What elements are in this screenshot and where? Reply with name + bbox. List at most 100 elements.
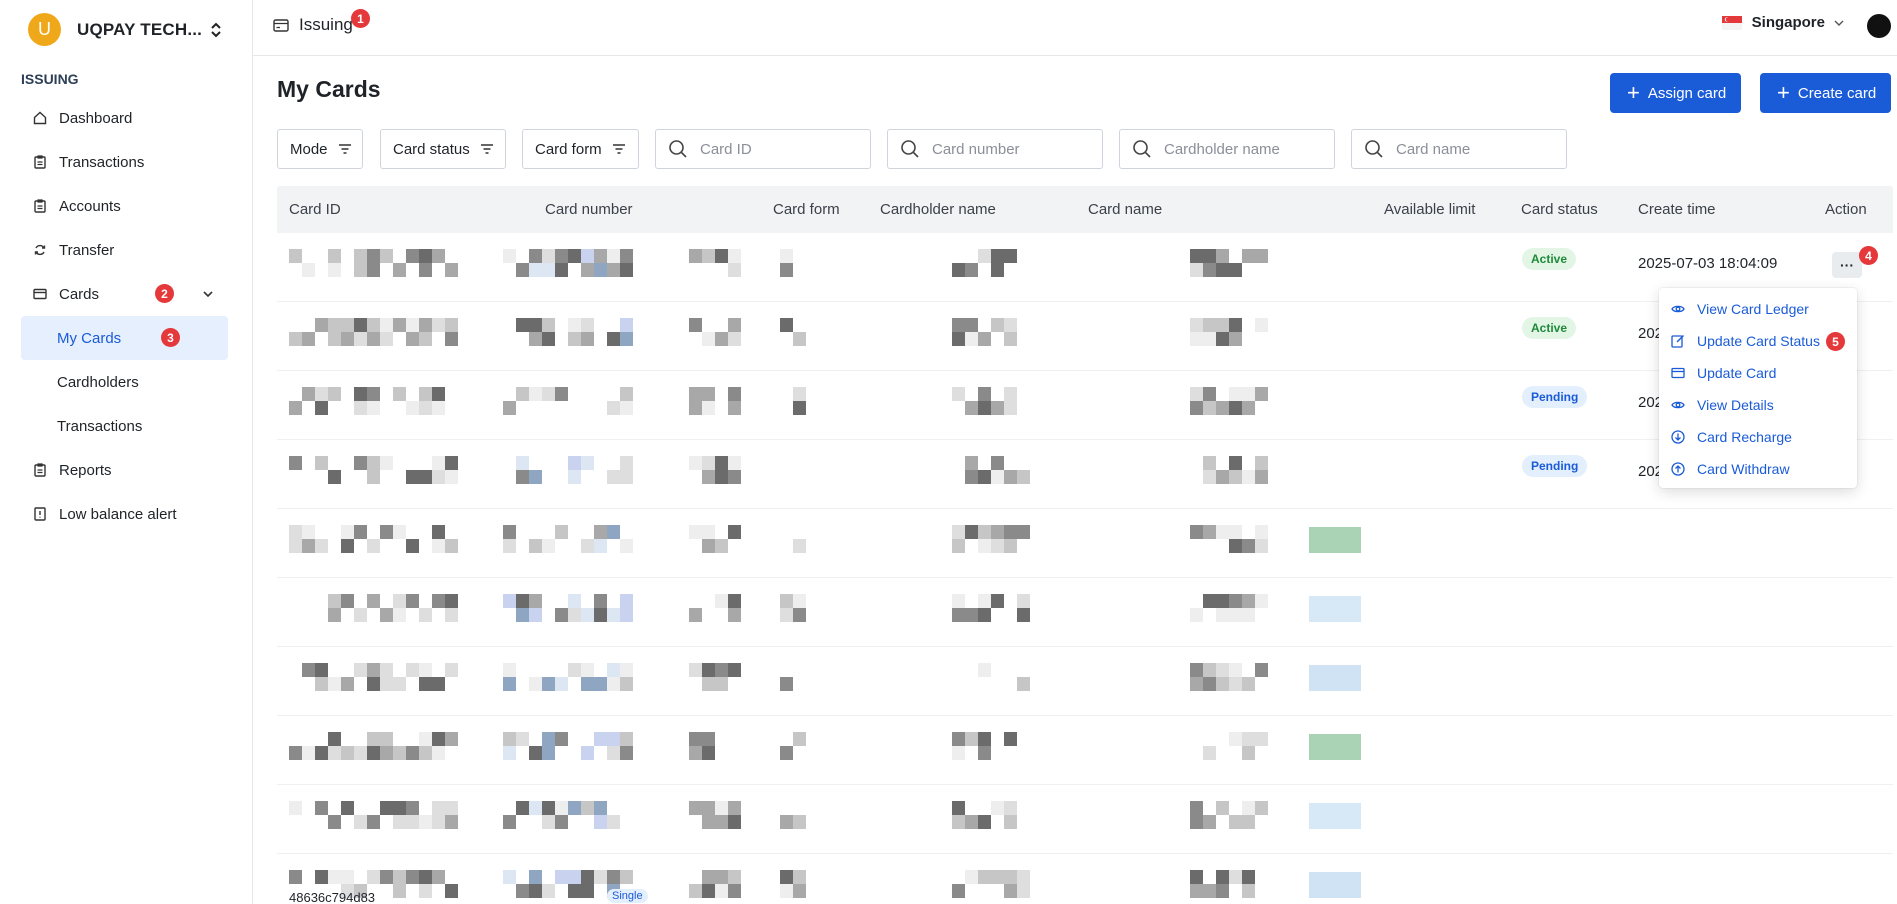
redacted-cell-block xyxy=(1203,249,1216,263)
sidebar-item-dashboard[interactable]: Dashboard xyxy=(21,96,228,140)
redacted-cell-block xyxy=(793,884,806,898)
menu-item-view-card-ledger[interactable]: View Card Ledger xyxy=(1659,293,1857,325)
redacted-cell-block xyxy=(555,732,568,746)
menu-item-update-card-status[interactable]: Update Card Status 5 xyxy=(1659,325,1857,357)
sidebar-item-transfer[interactable]: Transfer xyxy=(21,228,228,272)
sidebar-item-low-balance-alert[interactable]: Low balance alert xyxy=(21,492,228,536)
redacted-cell-block xyxy=(529,870,542,884)
singapore-flag-icon xyxy=(1721,15,1742,30)
redacted-cell-block xyxy=(978,539,991,553)
assign-card-button[interactable]: + Assign card xyxy=(1610,73,1742,113)
redacted-cell-block xyxy=(728,663,741,677)
sidebar-item-accounts[interactable]: Accounts xyxy=(21,184,228,228)
redacted-cell-block xyxy=(1229,677,1242,691)
redacted-cell-block xyxy=(1004,318,1017,332)
redacted-cell-block xyxy=(991,263,1004,277)
redacted-cell-block xyxy=(516,732,529,746)
redacted-cell-block xyxy=(620,594,633,608)
menu-item-card-withdraw[interactable]: Card Withdraw xyxy=(1659,453,1857,485)
redacted-cell-block xyxy=(594,263,607,277)
chevron-down-icon[interactable] xyxy=(202,287,214,304)
sidebar-item-cards[interactable]: Cards 2 xyxy=(21,272,228,316)
redacted-cell-block xyxy=(529,332,542,346)
card-id-search[interactable] xyxy=(655,129,871,169)
table-row[interactable] xyxy=(277,716,1893,785)
create-card-label: Create card xyxy=(1797,84,1877,102)
region-selector[interactable]: Singapore xyxy=(1721,14,1845,31)
redacted-cell-block xyxy=(328,677,341,691)
redacted-cell-block xyxy=(302,332,315,346)
card-number-input[interactable] xyxy=(932,140,1092,158)
chevron-up-down-icon[interactable] xyxy=(210,21,222,39)
table-row[interactable] xyxy=(277,854,1893,904)
redacted-cell-block xyxy=(607,746,620,760)
redacted-cell-block xyxy=(793,332,806,346)
sidebar-item-cardholders[interactable]: Cardholders xyxy=(21,360,228,404)
redacted-cell-block xyxy=(1242,249,1255,263)
redacted-cell-block xyxy=(620,539,633,553)
redacted-cell-block xyxy=(568,594,581,608)
redacted-cell-block xyxy=(529,884,542,898)
redacted-cell-block xyxy=(965,815,978,829)
menu-item-label: Card Withdraw xyxy=(1697,461,1790,477)
redacted-cell-block xyxy=(620,249,633,263)
user-avatar[interactable] xyxy=(1867,14,1891,38)
redacted-cell-block xyxy=(1004,525,1017,539)
redacted-cell-block xyxy=(341,801,354,815)
sidebar-item-label: My Cards xyxy=(57,329,122,347)
row-action-button[interactable]: ··· xyxy=(1832,252,1862,278)
redacted-cell-block xyxy=(1216,801,1229,815)
table-row[interactable] xyxy=(277,785,1893,854)
redacted-cell-block xyxy=(702,456,715,470)
table-row[interactable] xyxy=(277,578,1893,647)
redacted-cell-block xyxy=(1255,525,1268,539)
redacted-cell-block xyxy=(529,539,542,553)
redacted-cell-block xyxy=(952,594,965,608)
card-id-input[interactable] xyxy=(700,140,860,158)
redacted-cell-block xyxy=(991,594,1004,608)
cardholder-search[interactable] xyxy=(1119,129,1335,169)
sidebar-item-my-cards[interactable]: My Cards 3 xyxy=(21,316,228,360)
redacted-cell-block xyxy=(1203,884,1216,898)
redacted-cell-block xyxy=(393,677,406,691)
redacted-cell-block xyxy=(419,870,432,884)
redacted-cell-block xyxy=(432,539,445,553)
menu-item-label: View Card Ledger xyxy=(1697,301,1809,317)
redacted-cell-block xyxy=(780,884,793,898)
redacted-cell-block xyxy=(516,884,529,898)
redacted-cell-block xyxy=(1203,594,1216,608)
table-row[interactable] xyxy=(277,509,1893,578)
sidebar-nav: Dashboard Transactions Accounts Transfer… xyxy=(21,96,228,536)
redacted-cell-block xyxy=(978,608,991,622)
table-row[interactable] xyxy=(277,647,1893,716)
cardholder-name-input[interactable] xyxy=(1164,140,1324,158)
redacted-cell-block xyxy=(1242,470,1255,484)
create-card-button[interactable]: + Create card xyxy=(1760,73,1892,113)
menu-item-card-recharge[interactable]: Card Recharge xyxy=(1659,421,1857,453)
redacted-cell-block xyxy=(354,456,367,470)
redacted-cell-block xyxy=(406,746,419,760)
redacted-cell-block xyxy=(1190,332,1203,346)
redacted-cell-block xyxy=(594,608,607,622)
redacted-cell-block xyxy=(354,663,367,677)
card-name-search[interactable] xyxy=(1351,129,1567,169)
mode-filter[interactable]: Mode xyxy=(277,129,363,169)
redacted-cell-block xyxy=(406,539,419,553)
redacted-cell-block xyxy=(952,884,965,898)
sidebar-item-reports[interactable]: Reports xyxy=(21,448,228,492)
redacted-cell-block xyxy=(965,732,978,746)
org-switcher[interactable]: U UQPAY TECH... xyxy=(28,13,222,46)
redacted-cell-block xyxy=(529,263,542,277)
card-status-filter[interactable]: Card status xyxy=(380,129,506,169)
card-form-filter[interactable]: Card form xyxy=(522,129,639,169)
redacted-cell-block xyxy=(1004,801,1017,815)
redacted-cell-block xyxy=(965,608,978,622)
sidebar-item-card-transactions[interactable]: Transactions xyxy=(21,404,228,448)
main-content: My Cards + Assign card + Create card Mod… xyxy=(253,56,1897,904)
card-name-input[interactable] xyxy=(1396,140,1556,158)
menu-item-update-card[interactable]: Update Card xyxy=(1659,357,1857,389)
menu-item-view-details[interactable]: View Details xyxy=(1659,389,1857,421)
sidebar-item-transactions[interactable]: Transactions xyxy=(21,140,228,184)
redacted-status-block xyxy=(1309,665,1361,691)
card-number-search[interactable] xyxy=(887,129,1103,169)
